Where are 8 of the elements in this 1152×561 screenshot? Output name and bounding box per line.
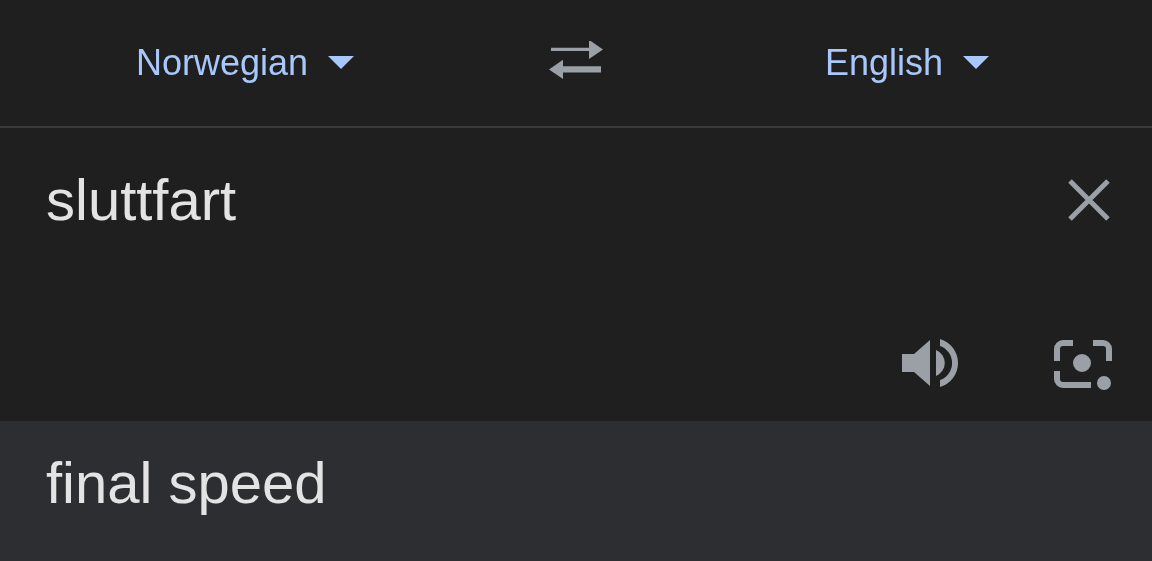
- target-language-dropdown[interactable]: English: [812, 34, 1002, 92]
- speaker-icon[interactable]: [900, 338, 958, 388]
- input-field[interactable]: sluttfart: [46, 166, 746, 233]
- source-language-dropdown[interactable]: Norwegian: [123, 34, 367, 92]
- translation-text: final speed: [46, 451, 327, 515]
- caret-icon: [963, 56, 990, 70]
- close-icon[interactable]: [1066, 176, 1112, 223]
- caret-icon: [328, 56, 355, 70]
